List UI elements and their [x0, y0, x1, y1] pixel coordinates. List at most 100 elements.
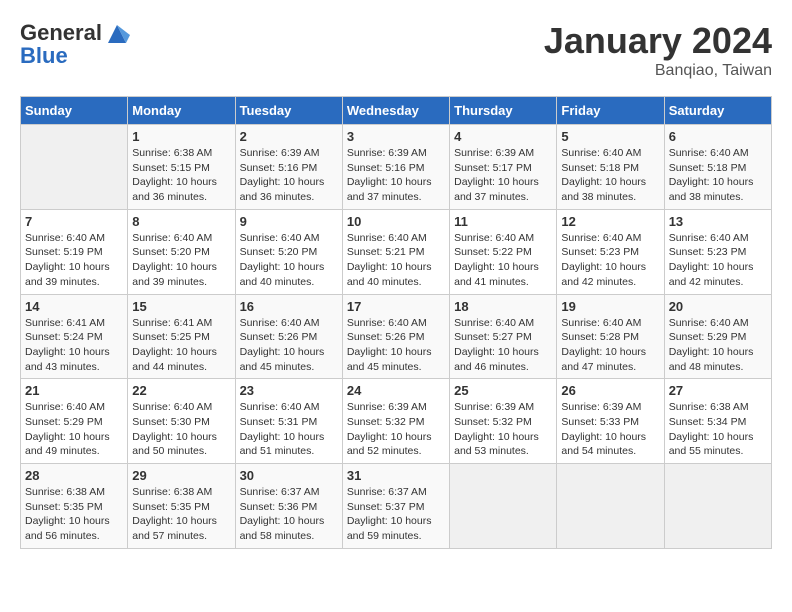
sunset-label: Sunset: 5:37 PM [347, 501, 425, 513]
sunset-label: Sunset: 5:15 PM [132, 162, 210, 174]
weekday-tuesday: Tuesday [235, 97, 342, 125]
cell-info: Sunrise: 6:40 AM Sunset: 5:29 PM Dayligh… [669, 316, 767, 375]
sunrise-label: Sunrise: 6:37 AM [240, 486, 320, 498]
calendar-cell: 22 Sunrise: 6:40 AM Sunset: 5:30 PM Dayl… [128, 379, 235, 464]
calendar-cell [557, 464, 664, 549]
daylight-minutes: and 53 minutes. [454, 445, 529, 457]
cell-info: Sunrise: 6:40 AM Sunset: 5:18 PM Dayligh… [561, 146, 659, 205]
calendar-body: 1 Sunrise: 6:38 AM Sunset: 5:15 PM Dayli… [21, 125, 772, 549]
sunrise-label: Sunrise: 6:39 AM [347, 401, 427, 413]
daylight-label: Daylight: 10 hours [561, 431, 646, 443]
calendar-cell: 14 Sunrise: 6:41 AM Sunset: 5:24 PM Dayl… [21, 294, 128, 379]
sunset-label: Sunset: 5:16 PM [347, 162, 425, 174]
week-row-5: 28 Sunrise: 6:38 AM Sunset: 5:35 PM Dayl… [21, 464, 772, 549]
calendar-cell: 31 Sunrise: 6:37 AM Sunset: 5:37 PM Dayl… [342, 464, 449, 549]
daylight-minutes: and 56 minutes. [25, 530, 100, 542]
sunset-label: Sunset: 5:36 PM [240, 501, 318, 513]
cell-info: Sunrise: 6:38 AM Sunset: 5:35 PM Dayligh… [25, 485, 123, 544]
daylight-label: Daylight: 10 hours [25, 515, 110, 527]
calendar-cell: 6 Sunrise: 6:40 AM Sunset: 5:18 PM Dayli… [664, 125, 771, 210]
sunset-label: Sunset: 5:27 PM [454, 331, 532, 343]
sunrise-label: Sunrise: 6:40 AM [132, 401, 212, 413]
sunset-label: Sunset: 5:20 PM [132, 246, 210, 258]
sunset-label: Sunset: 5:17 PM [454, 162, 532, 174]
day-number: 14 [25, 299, 123, 314]
daylight-label: Daylight: 10 hours [561, 261, 646, 273]
day-number: 28 [25, 468, 123, 483]
sunset-label: Sunset: 5:35 PM [132, 501, 210, 513]
sunset-label: Sunset: 5:32 PM [454, 416, 532, 428]
calendar-cell: 19 Sunrise: 6:40 AM Sunset: 5:28 PM Dayl… [557, 294, 664, 379]
sunrise-label: Sunrise: 6:38 AM [25, 486, 105, 498]
calendar-cell: 2 Sunrise: 6:39 AM Sunset: 5:16 PM Dayli… [235, 125, 342, 210]
month-title: January 2024 [544, 20, 772, 62]
daylight-minutes: and 37 minutes. [347, 191, 422, 203]
week-row-2: 7 Sunrise: 6:40 AM Sunset: 5:19 PM Dayli… [21, 209, 772, 294]
sunrise-label: Sunrise: 6:40 AM [454, 232, 534, 244]
calendar-cell: 20 Sunrise: 6:40 AM Sunset: 5:29 PM Dayl… [664, 294, 771, 379]
daylight-label: Daylight: 10 hours [25, 261, 110, 273]
cell-info: Sunrise: 6:37 AM Sunset: 5:37 PM Dayligh… [347, 485, 445, 544]
day-number: 18 [454, 299, 552, 314]
cell-info: Sunrise: 6:40 AM Sunset: 5:31 PM Dayligh… [240, 400, 338, 459]
daylight-label: Daylight: 10 hours [347, 515, 432, 527]
week-row-4: 21 Sunrise: 6:40 AM Sunset: 5:29 PM Dayl… [21, 379, 772, 464]
daylight-label: Daylight: 10 hours [240, 176, 325, 188]
sunrise-label: Sunrise: 6:40 AM [25, 401, 105, 413]
daylight-minutes: and 51 minutes. [240, 445, 315, 457]
day-number: 19 [561, 299, 659, 314]
cell-info: Sunrise: 6:39 AM Sunset: 5:32 PM Dayligh… [347, 400, 445, 459]
cell-info: Sunrise: 6:37 AM Sunset: 5:36 PM Dayligh… [240, 485, 338, 544]
sunrise-label: Sunrise: 6:40 AM [561, 147, 641, 159]
weekday-sunday: Sunday [21, 97, 128, 125]
weekday-monday: Monday [128, 97, 235, 125]
sunset-label: Sunset: 5:20 PM [240, 246, 318, 258]
sunset-label: Sunset: 5:30 PM [132, 416, 210, 428]
sunset-label: Sunset: 5:29 PM [25, 416, 103, 428]
calendar-cell: 5 Sunrise: 6:40 AM Sunset: 5:18 PM Dayli… [557, 125, 664, 210]
cell-info: Sunrise: 6:40 AM Sunset: 5:28 PM Dayligh… [561, 316, 659, 375]
cell-info: Sunrise: 6:40 AM Sunset: 5:26 PM Dayligh… [347, 316, 445, 375]
sunset-label: Sunset: 5:18 PM [561, 162, 639, 174]
daylight-minutes: and 59 minutes. [347, 530, 422, 542]
cell-info: Sunrise: 6:39 AM Sunset: 5:32 PM Dayligh… [454, 400, 552, 459]
cell-info: Sunrise: 6:38 AM Sunset: 5:34 PM Dayligh… [669, 400, 767, 459]
day-number: 21 [25, 383, 123, 398]
calendar-cell: 29 Sunrise: 6:38 AM Sunset: 5:35 PM Dayl… [128, 464, 235, 549]
calendar-cell: 27 Sunrise: 6:38 AM Sunset: 5:34 PM Dayl… [664, 379, 771, 464]
cell-info: Sunrise: 6:40 AM Sunset: 5:18 PM Dayligh… [669, 146, 767, 205]
sunrise-label: Sunrise: 6:39 AM [454, 147, 534, 159]
sunrise-label: Sunrise: 6:40 AM [25, 232, 105, 244]
calendar-cell: 13 Sunrise: 6:40 AM Sunset: 5:23 PM Dayl… [664, 209, 771, 294]
daylight-label: Daylight: 10 hours [347, 431, 432, 443]
daylight-minutes: and 42 minutes. [561, 276, 636, 288]
week-row-3: 14 Sunrise: 6:41 AM Sunset: 5:24 PM Dayl… [21, 294, 772, 379]
sunrise-label: Sunrise: 6:40 AM [454, 317, 534, 329]
daylight-minutes: and 40 minutes. [347, 276, 422, 288]
daylight-label: Daylight: 10 hours [25, 431, 110, 443]
sunrise-label: Sunrise: 6:38 AM [132, 486, 212, 498]
sunset-label: Sunset: 5:21 PM [347, 246, 425, 258]
cell-info: Sunrise: 6:40 AM Sunset: 5:21 PM Dayligh… [347, 231, 445, 290]
sunrise-label: Sunrise: 6:40 AM [240, 317, 320, 329]
daylight-label: Daylight: 10 hours [25, 346, 110, 358]
sunset-label: Sunset: 5:16 PM [240, 162, 318, 174]
daylight-label: Daylight: 10 hours [240, 515, 325, 527]
sunrise-label: Sunrise: 6:40 AM [561, 317, 641, 329]
cell-info: Sunrise: 6:40 AM Sunset: 5:23 PM Dayligh… [561, 231, 659, 290]
sunset-label: Sunset: 5:23 PM [669, 246, 747, 258]
calendar-cell [664, 464, 771, 549]
day-number: 9 [240, 214, 338, 229]
daylight-label: Daylight: 10 hours [132, 261, 217, 273]
sunset-label: Sunset: 5:18 PM [669, 162, 747, 174]
daylight-minutes: and 41 minutes. [454, 276, 529, 288]
calendar-cell: 17 Sunrise: 6:40 AM Sunset: 5:26 PM Dayl… [342, 294, 449, 379]
sunset-label: Sunset: 5:29 PM [669, 331, 747, 343]
calendar-cell: 10 Sunrise: 6:40 AM Sunset: 5:21 PM Dayl… [342, 209, 449, 294]
daylight-minutes: and 45 minutes. [240, 361, 315, 373]
day-number: 3 [347, 129, 445, 144]
daylight-label: Daylight: 10 hours [669, 261, 754, 273]
daylight-minutes: and 54 minutes. [561, 445, 636, 457]
daylight-label: Daylight: 10 hours [454, 176, 539, 188]
day-number: 11 [454, 214, 552, 229]
